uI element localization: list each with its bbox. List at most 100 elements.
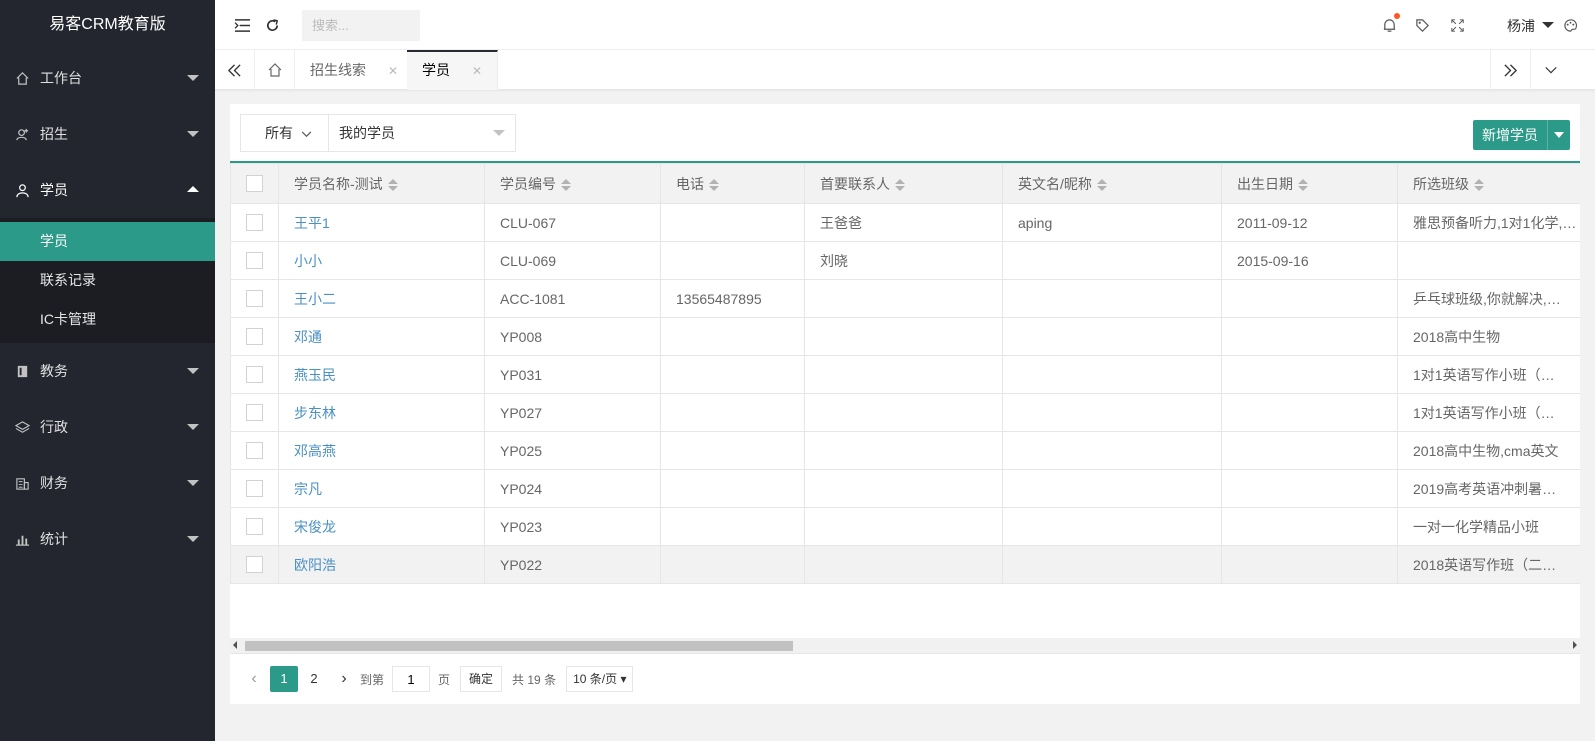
student-name-link[interactable]: 邓高燕 bbox=[294, 443, 336, 459]
table-row[interactable]: 宗凡 YP024 2019高考英语冲刺暑… bbox=[230, 469, 1580, 508]
sidebar-item-academic[interactable]: 教务 bbox=[0, 343, 215, 399]
sidebar-item-students[interactable]: 学员 bbox=[0, 162, 215, 218]
goto-page-input[interactable] bbox=[392, 666, 431, 692]
table-cell bbox=[1002, 317, 1222, 356]
horizontal-scrollbar[interactable] bbox=[230, 638, 1580, 653]
add-student-button[interactable]: 新增学员 bbox=[1473, 120, 1570, 150]
sort-icon[interactable] bbox=[387, 178, 398, 191]
sort-icon[interactable] bbox=[895, 178, 905, 191]
column-header[interactable]: 首要联系人 bbox=[804, 163, 1003, 204]
theme-palette-icon[interactable] bbox=[1560, 15, 1580, 35]
row-checkbox[interactable] bbox=[246, 252, 263, 270]
table-cell: CLU-067 bbox=[484, 203, 661, 242]
sidebar-item-statistics[interactable]: 统计 bbox=[0, 511, 215, 567]
student-name-link[interactable]: 王小二 bbox=[294, 291, 336, 307]
sort-icon[interactable] bbox=[1096, 178, 1107, 191]
column-header[interactable]: 学员编号 bbox=[484, 163, 661, 204]
table-row[interactable]: 王平1 CLU-067 王爸爸 aping 2011-09-12 雅思预备听力,1对1化学… bbox=[230, 203, 1580, 242]
search-input[interactable] bbox=[302, 10, 420, 41]
chevron-down-icon[interactable] bbox=[1542, 22, 1554, 28]
tab-students[interactable]: 学员 ✕ bbox=[407, 50, 499, 90]
tab-home-icon[interactable] bbox=[255, 50, 295, 90]
scrollbar-thumb[interactable] bbox=[245, 641, 793, 651]
column-header[interactable]: 所选班级 bbox=[1397, 163, 1580, 204]
close-icon[interactable]: ✕ bbox=[472, 64, 482, 78]
row-checkbox[interactable] bbox=[246, 290, 263, 308]
scroll-right-arrow-icon[interactable] bbox=[1573, 641, 1577, 649]
table-row[interactable]: 邓通 YP008 2018高中生物 bbox=[230, 317, 1580, 356]
sidebar-item-admin[interactable]: 行政 bbox=[0, 399, 215, 455]
sort-icon[interactable] bbox=[1474, 178, 1484, 191]
table-row[interactable]: 欧阳浩 YP022 2018英语写作班（二… bbox=[230, 545, 1580, 584]
sidebar-item-workbench[interactable]: 工作台 bbox=[0, 50, 215, 106]
row-checkbox[interactable] bbox=[246, 214, 263, 232]
goto-confirm-button[interactable]: 确定 bbox=[460, 666, 503, 692]
table-row[interactable]: 宋俊龙 YP023 一对一化学精品小班 bbox=[230, 507, 1580, 546]
row-checkbox[interactable] bbox=[246, 480, 263, 498]
filter-view-select[interactable]: 我的学员 bbox=[329, 115, 515, 151]
table-row[interactable]: 邓高燕 YP025 2018高中生物,cma英文 bbox=[230, 431, 1580, 470]
scroll-left-arrow-icon[interactable] bbox=[233, 641, 237, 649]
table-cell bbox=[804, 469, 1003, 508]
table-cell bbox=[1221, 545, 1398, 584]
column-header[interactable]: 英文名/昵称 bbox=[1002, 163, 1222, 204]
sort-icon[interactable] bbox=[709, 178, 719, 191]
student-name-link[interactable]: 小小 bbox=[294, 253, 322, 269]
page-size-select[interactable]: 10 条/页 ▾ bbox=[566, 666, 634, 692]
column-header[interactable]: 学员名称-测试 bbox=[278, 163, 485, 204]
student-name-link[interactable]: 步东林 bbox=[294, 405, 336, 421]
refresh-icon[interactable] bbox=[262, 15, 282, 35]
prev-page-icon[interactable]: ‹ bbox=[240, 666, 268, 692]
next-page-icon[interactable]: › bbox=[330, 666, 358, 692]
student-name-link[interactable]: 欧阳浩 bbox=[294, 557, 336, 573]
table-cell: YP031 bbox=[484, 355, 661, 394]
filter-scope-label: 所有 bbox=[265, 125, 293, 141]
table-cell: 刘晓 bbox=[804, 241, 1003, 280]
sort-icon[interactable] bbox=[1298, 178, 1308, 191]
tabs-scroll-left-icon[interactable] bbox=[215, 50, 255, 90]
row-checkbox[interactable] bbox=[246, 328, 263, 346]
student-name-link[interactable]: 宗凡 bbox=[294, 481, 322, 497]
fullscreen-icon[interactable] bbox=[1447, 15, 1467, 35]
sort-icon[interactable] bbox=[561, 178, 571, 191]
sidebar: 易客CRM教育版 工作台 招生 学员 学员 联系记录 IC卡管理 教务 行政 财… bbox=[0, 0, 215, 741]
table-cell: 13565487895 bbox=[660, 279, 805, 318]
column-header[interactable]: 电话 bbox=[660, 163, 805, 204]
bell-icon[interactable] bbox=[1379, 13, 1400, 35]
table-cell: 1对1英语写作小班（… bbox=[1397, 393, 1580, 432]
table-row[interactable]: 燕玉民 YP031 1对1英语写作小班（… bbox=[230, 355, 1580, 394]
subnav-item-ic-card[interactable]: IC卡管理 bbox=[0, 300, 215, 339]
table-row[interactable]: 王小二 ACC-1081 13565487895 乒乓球班级,你就解决,… bbox=[230, 279, 1580, 318]
tabs-scroll-right-icon[interactable] bbox=[1490, 50, 1530, 90]
sidebar-item-enrollment[interactable]: 招生 bbox=[0, 106, 215, 162]
student-name-link[interactable]: 王平1 bbox=[294, 215, 330, 231]
row-checkbox[interactable] bbox=[246, 518, 263, 536]
student-name-link[interactable]: 宋俊龙 bbox=[294, 519, 336, 535]
student-name-link[interactable]: 燕玉民 bbox=[294, 367, 336, 383]
subnav-item-contact-records[interactable]: 联系记录 bbox=[0, 261, 215, 300]
tabs-menu-chevron-down-icon[interactable] bbox=[1530, 50, 1570, 90]
subnav-item-students[interactable]: 学员 bbox=[0, 222, 215, 261]
page-1-button[interactable]: 1 bbox=[270, 666, 298, 692]
table-row[interactable]: 步东林 YP027 1对1英语写作小班（… bbox=[230, 393, 1580, 432]
row-checkbox[interactable] bbox=[246, 442, 263, 460]
row-checkbox[interactable] bbox=[246, 404, 263, 422]
column-header[interactable]: 出生日期 bbox=[1221, 163, 1398, 204]
student-name-link[interactable]: 邓通 bbox=[294, 329, 322, 345]
add-student-dropdown-icon[interactable] bbox=[1548, 120, 1570, 150]
table-row[interactable]: 小小 CLU-069 刘晓 2015-09-16 bbox=[230, 241, 1580, 280]
sidebar-item-finance[interactable]: 财务 bbox=[0, 455, 215, 511]
table-cell: 乒乓球班级,你就解决,… bbox=[1397, 279, 1580, 318]
user-name[interactable]: 杨浦 bbox=[1507, 16, 1535, 36]
tag-icon[interactable] bbox=[1412, 15, 1432, 35]
row-checkbox[interactable] bbox=[246, 366, 263, 384]
filter-scope-dropdown[interactable]: 所有 bbox=[241, 115, 329, 151]
column-header-label: 学员编号 bbox=[500, 175, 556, 192]
page-2-button[interactable]: 2 bbox=[300, 666, 328, 692]
select-all-checkbox[interactable] bbox=[246, 175, 263, 193]
close-icon[interactable]: ✕ bbox=[388, 64, 398, 78]
row-checkbox[interactable] bbox=[246, 556, 263, 574]
menu-collapse-icon[interactable] bbox=[232, 15, 252, 35]
table-cell bbox=[1221, 507, 1398, 546]
tab-enrollment-leads[interactable]: 招生线索 ✕ bbox=[295, 50, 415, 90]
